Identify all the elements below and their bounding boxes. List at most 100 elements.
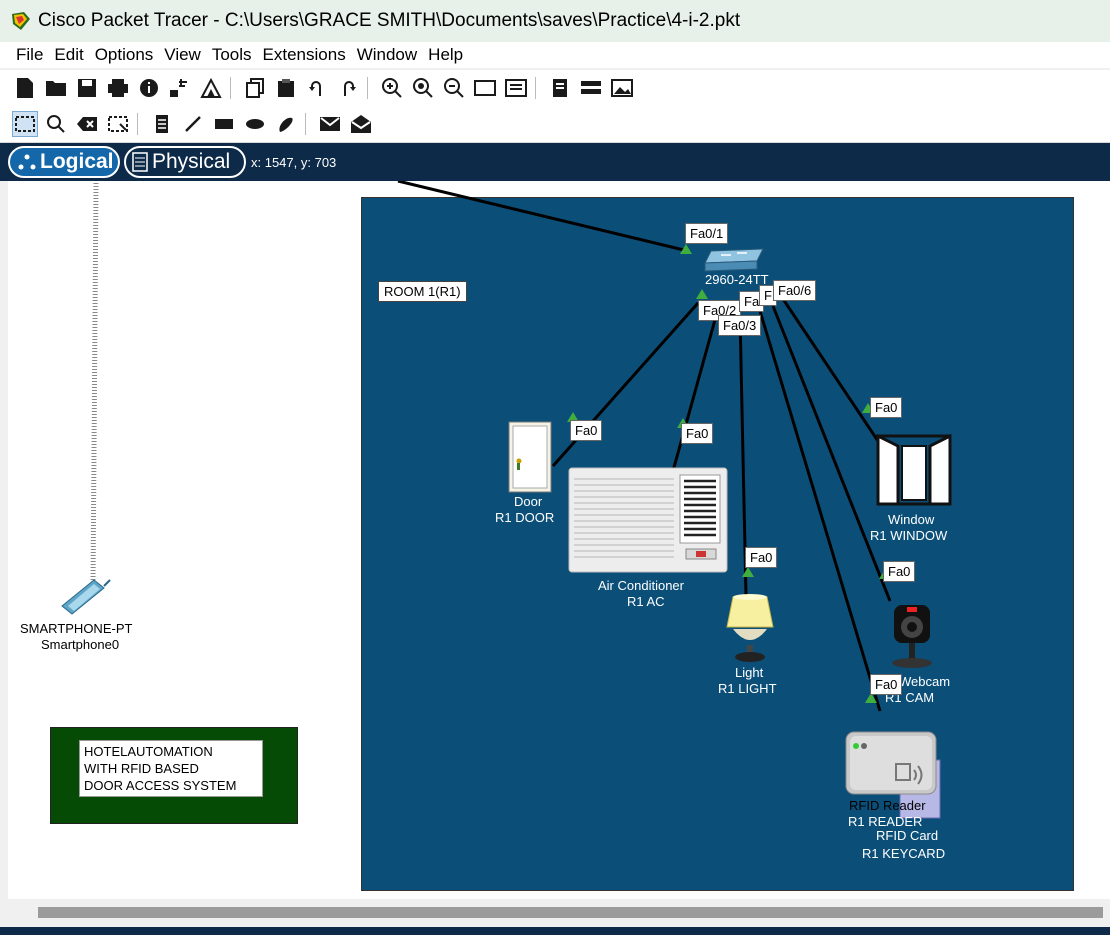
- line-icon[interactable]: [180, 111, 206, 137]
- simple-pdu-icon[interactable]: [317, 111, 343, 137]
- port-label-webcam[interactable]: Fa0: [883, 561, 916, 582]
- rfid-card-name-label: R1 KEYCARD: [862, 846, 946, 861]
- air-conditioner-icon[interactable]: [568, 467, 728, 573]
- light-name-label: R1 LIGHT: [718, 681, 777, 696]
- workspace-scroll-area: [8, 899, 1110, 927]
- select-icon[interactable]: [12, 111, 38, 137]
- undo-icon[interactable]: [304, 75, 330, 101]
- toolbar-separator: [230, 77, 231, 99]
- complex-pdu-icon[interactable]: [348, 111, 374, 137]
- window-name-label: R1 WINDOW: [870, 528, 948, 543]
- door-name-label: R1 DOOR: [495, 510, 555, 525]
- menu-edit[interactable]: Edit: [54, 45, 83, 65]
- link-up-indicator: [742, 567, 754, 577]
- workspace-tab-bar: Logical Physical x: 1547, y: 703: [0, 143, 1110, 181]
- rfid-card-type-label: RFID Card: [876, 828, 939, 843]
- toolbar-separator: [305, 113, 306, 135]
- freeform-icon[interactable]: [273, 111, 299, 137]
- new-icon[interactable]: [12, 75, 38, 101]
- cursor-coordinates: x: 1547, y: 703: [251, 155, 337, 170]
- webcam-type-label: Webcam: [899, 674, 951, 689]
- tab-logical[interactable]: Logical: [8, 146, 120, 178]
- door-type-label: Door: [514, 494, 543, 509]
- note-line: DOOR ACCESS SYSTEM: [84, 778, 237, 793]
- pdu-list-icon[interactable]: [547, 75, 573, 101]
- packet-tracer-logo-icon: [12, 12, 30, 30]
- zoom-reset-icon[interactable]: [410, 75, 436, 101]
- ac-type-label: Air Conditioner: [598, 578, 684, 593]
- port-label-ac[interactable]: Fa0: [681, 423, 714, 444]
- viewport-icon[interactable]: [578, 75, 604, 101]
- info-icon[interactable]: [136, 75, 162, 101]
- custom-device-icon[interactable]: [503, 75, 529, 101]
- window-type-label: Window: [888, 512, 935, 527]
- port-label-light[interactable]: Fa0: [745, 547, 778, 568]
- toolbar-separator: [367, 77, 368, 99]
- image-icon[interactable]: [609, 75, 635, 101]
- ellipse-icon[interactable]: [242, 111, 268, 137]
- port-label-uplink[interactable]: Fa0/1: [685, 223, 729, 244]
- zoom-in-icon[interactable]: [379, 75, 405, 101]
- cable-door[interactable]: [551, 302, 700, 467]
- cable-ac[interactable]: [671, 308, 720, 472]
- menu-tools[interactable]: Tools: [212, 45, 252, 65]
- title-note[interactable]: HOTELAUTOMATION WITH RFID BASED DOOR ACC…: [79, 740, 263, 797]
- tab-physical-label: Physical: [152, 150, 231, 173]
- menu-help[interactable]: Help: [428, 45, 463, 65]
- redo-icon[interactable]: [335, 75, 361, 101]
- rectangle-icon[interactable]: [211, 111, 237, 137]
- title-bar: Cisco Packet Tracer - C:\Users\GRACE SMI…: [0, 0, 1110, 42]
- note-line: HOTELAUTOMATION: [84, 744, 213, 759]
- light-icon[interactable]: [723, 593, 777, 665]
- port-label-switch-ac[interactable]: Fa0/3: [718, 315, 762, 336]
- physical-icon: [132, 152, 148, 172]
- save-icon[interactable]: [74, 75, 100, 101]
- toolbar-separator: [137, 113, 138, 135]
- delete-icon[interactable]: [74, 111, 100, 137]
- door-icon[interactable]: [508, 421, 552, 493]
- open-icon[interactable]: [43, 75, 69, 101]
- port-label-door[interactable]: Fa0: [570, 420, 603, 441]
- rfid-reader-type-label: RFID Reader: [849, 798, 926, 813]
- toolbar-separator: [535, 77, 536, 99]
- cable-reader[interactable]: [758, 310, 882, 712]
- drawing-palette-icon[interactable]: [472, 75, 498, 101]
- note-icon[interactable]: [149, 111, 175, 137]
- window-icon[interactable]: [876, 434, 952, 506]
- bottom-panel-edge: [0, 927, 1110, 935]
- uplink-cable[interactable]: [397, 181, 689, 253]
- menu-view[interactable]: View: [164, 45, 201, 65]
- inspect-icon[interactable]: [43, 111, 69, 137]
- resize-icon[interactable]: [105, 111, 131, 137]
- smartphone-name-label: Smartphone0: [41, 637, 120, 652]
- cable-webcam[interactable]: [771, 305, 892, 602]
- horizontal-scrollbar[interactable]: [38, 907, 1103, 918]
- wireless-link: [90, 182, 99, 587]
- menu-window[interactable]: Window: [357, 45, 417, 65]
- tools-toolbar: [0, 106, 1110, 143]
- network-wizard-icon[interactable]: [167, 75, 193, 101]
- port-label-window[interactable]: Fa0: [870, 397, 903, 418]
- port-label-switch-window[interactable]: Fa0/6: [773, 280, 817, 301]
- logical-workspace[interactable]: ROOM 1(R1) 2960-24TT Door R1 DOOR Air Co…: [8, 181, 1110, 899]
- print-icon[interactable]: [105, 75, 131, 101]
- note-line: WITH RFID BASED: [84, 761, 199, 776]
- zoom-out-icon[interactable]: [441, 75, 467, 101]
- menu-extensions[interactable]: Extensions: [263, 45, 346, 65]
- menu-options[interactable]: Options: [95, 45, 154, 65]
- window-title: Cisco Packet Tracer - C:\Users\GRACE SMI…: [38, 10, 741, 31]
- tab-physical[interactable]: Physical: [124, 146, 246, 178]
- tab-logical-label: Logical: [40, 150, 114, 173]
- paste-icon[interactable]: [273, 75, 299, 101]
- main-toolbar: [0, 70, 1110, 106]
- activity-wizard-icon[interactable]: [198, 75, 224, 101]
- smartphone-icon[interactable]: [60, 576, 116, 618]
- menu-file[interactable]: File: [16, 45, 43, 65]
- copy-icon[interactable]: [242, 75, 268, 101]
- ac-name-label: R1 AC: [627, 594, 665, 609]
- menu-bar: File Edit Options View Tools Extensions …: [0, 42, 1110, 68]
- link-up-indicator: [696, 289, 708, 299]
- port-label-reader[interactable]: Fa0: [870, 674, 903, 695]
- webcam-icon[interactable]: [890, 601, 934, 673]
- smartphone-type-label: SMARTPHONE-PT: [20, 621, 133, 636]
